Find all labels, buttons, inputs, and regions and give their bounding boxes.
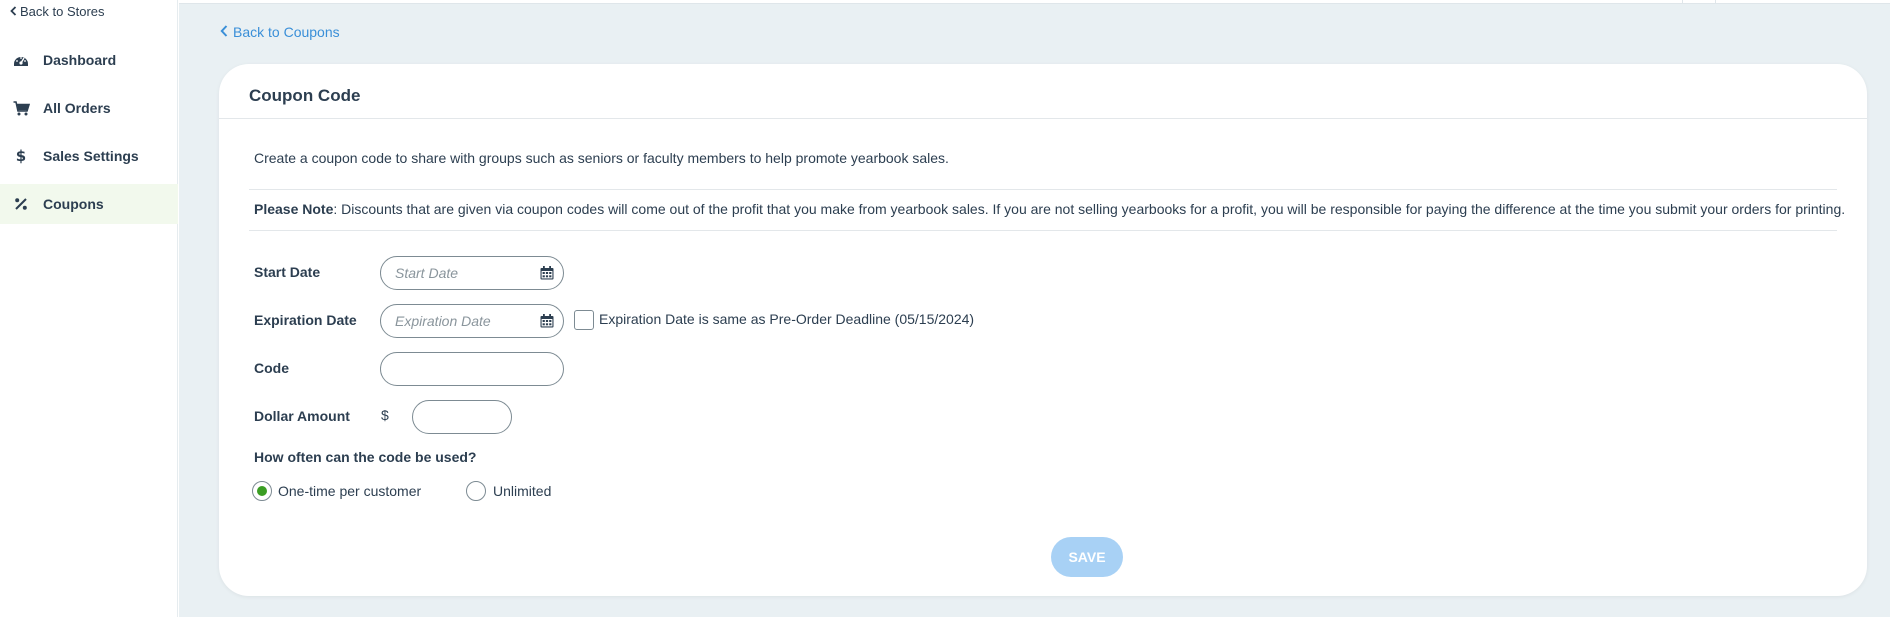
coupon-code-card: Coupon Code Create a coupon code to shar…: [219, 64, 1867, 596]
card-title: Coupon Code: [249, 86, 361, 105]
back-to-stores-label: Back to Stores: [20, 4, 105, 19]
app: Back to Stores Dashboard All Orders $ Sa…: [0, 0, 1890, 617]
sidebar: Back to Stores Dashboard All Orders $ Sa…: [0, 0, 178, 617]
cart-icon: [12, 99, 30, 117]
calendar-icon[interactable]: [540, 314, 554, 328]
start-date-label: Start Date: [254, 264, 321, 280]
calendar-icon[interactable]: [540, 266, 554, 280]
sidebar-item-dashboard[interactable]: Dashboard: [0, 40, 178, 80]
percent-icon: [12, 195, 30, 213]
sidebar-item-coupons[interactable]: Coupons: [0, 184, 178, 224]
please-note-body: : Discounts that are given via coupon co…: [333, 201, 1846, 217]
back-to-coupons-link[interactable]: Back to Coupons: [220, 24, 340, 40]
sidebar-item-label: Dashboard: [43, 52, 117, 68]
top-bar-divider: [1715, 0, 1716, 4]
main-content: Back to Coupons Coupon Code Create a cou…: [179, 0, 1890, 617]
radio-unlimited[interactable]: [466, 481, 486, 501]
sidebar-item-label: Sales Settings: [43, 148, 139, 164]
chevron-left-icon: [10, 5, 17, 18]
currency-symbol: $: [381, 407, 389, 423]
radio-one-time[interactable]: [252, 481, 272, 501]
please-note-text: Please Note: Discounts that are given vi…: [254, 201, 1845, 217]
start-date-input[interactable]: Start Date: [380, 256, 564, 290]
expiration-date-label: Expiration Date: [254, 312, 357, 328]
divider: [249, 189, 1837, 190]
radio-one-time-label: One-time per customer: [278, 483, 422, 499]
dollar-amount-label: Dollar Amount: [254, 408, 350, 424]
back-to-stores-link[interactable]: Back to Stores: [10, 4, 105, 19]
expiration-date-input[interactable]: Expiration Date: [380, 304, 564, 338]
dollar-amount-input[interactable]: [412, 400, 512, 434]
dashboard-icon: [12, 51, 30, 69]
sidebar-item-label: All Orders: [43, 100, 111, 116]
same-as-deadline-label: Expiration Date is same as Pre-Order Dea…: [599, 311, 975, 327]
sidebar-item-sales-settings[interactable]: $ Sales Settings: [0, 136, 178, 176]
divider: [219, 118, 1867, 119]
top-bar-divider: [1682, 0, 1683, 4]
svg-text:$: $: [16, 148, 26, 164]
intro-text: Create a coupon code to share with group…: [254, 150, 949, 166]
divider: [249, 230, 1837, 231]
please-note-label: Please Note: [254, 201, 334, 217]
save-button[interactable]: SAVE: [1051, 537, 1123, 577]
start-date-placeholder: Start Date: [395, 265, 459, 281]
same-as-deadline-checkbox[interactable]: [574, 310, 594, 330]
code-input[interactable]: [380, 352, 564, 386]
usage-question: How often can the code be used?: [254, 449, 477, 465]
dollar-icon: $: [12, 147, 30, 165]
radio-unlimited-label: Unlimited: [493, 483, 552, 499]
top-bar: [179, 0, 1890, 4]
chevron-left-icon: [220, 24, 228, 40]
back-to-coupons-label: Back to Coupons: [233, 24, 340, 40]
expiration-date-placeholder: Expiration Date: [395, 313, 491, 329]
sidebar-item-label: Coupons: [43, 196, 104, 212]
sidebar-item-all-orders[interactable]: All Orders: [0, 88, 178, 128]
code-label: Code: [254, 360, 289, 376]
